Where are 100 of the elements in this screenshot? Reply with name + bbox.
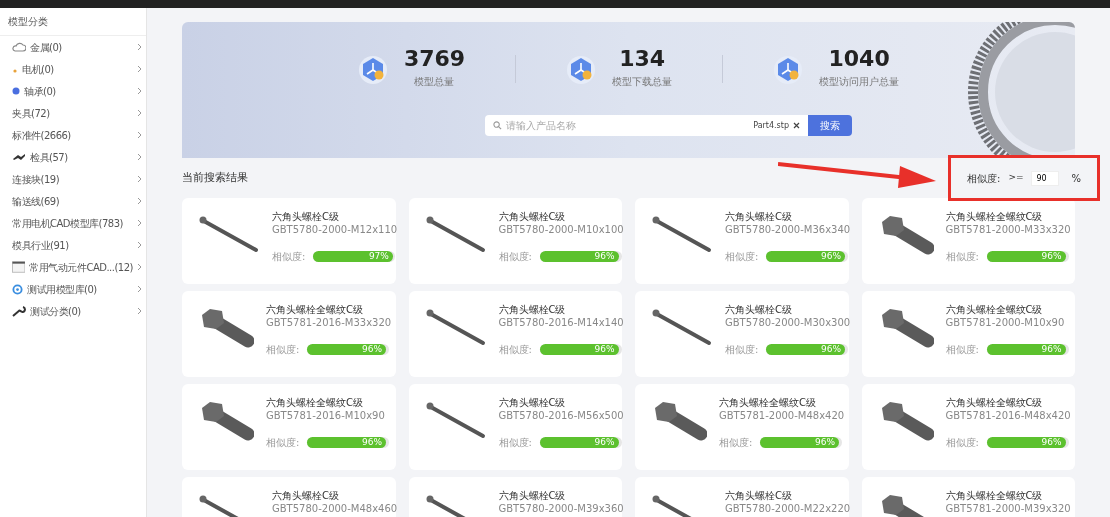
- search-field[interactable]: 请输入产品名称 Part4.stp: [485, 115, 808, 136]
- product-code: GBT5780-2016-M56x500: [498, 409, 624, 422]
- search-icon: [493, 121, 502, 130]
- product-card[interactable]: 六角头螺栓C级 GBT5780-2000-M30x300 相似度: 96%: [635, 291, 849, 377]
- product-card[interactable]: 六角头螺栓全螺纹C级 GBT5781-2000-M48x420 相似度: 96%: [635, 384, 849, 470]
- product-card[interactable]: 六角头螺栓全螺纹C级 GBT5781-2016-M48x420 相似度: 96%: [861, 384, 1075, 470]
- similarity-input[interactable]: 90: [1031, 170, 1060, 186]
- product-title: 六角头螺栓C级: [498, 396, 567, 409]
- category-item[interactable]: 连接块(19): [0, 168, 146, 190]
- close-icon[interactable]: [793, 122, 800, 129]
- filter-operator: >=: [1008, 171, 1024, 185]
- bolt-drawing: [424, 214, 487, 254]
- bolt-drawing: [198, 214, 260, 254]
- similarity-label: 相似度:: [266, 343, 300, 356]
- product-code: GBT5780-2000-M39x360: [498, 502, 624, 515]
- product-code: GBT5780-2000-M48x460: [272, 502, 398, 515]
- product-card[interactable]: 六角头螺栓全螺纹C级 GBT5781-2000-M33x320 相似度: 96%: [861, 198, 1075, 284]
- product-title: 六角头螺栓全螺纹C级: [945, 489, 1044, 502]
- similarity-fill: 97%: [313, 251, 393, 262]
- product-title: 六角头螺栓C级: [498, 489, 567, 502]
- category-item[interactable]: 检具(57): [0, 146, 146, 168]
- chevron-right-icon: [137, 65, 142, 73]
- product-title: 六角头螺栓C级: [725, 489, 793, 502]
- product-title: 六角头螺栓全螺纹C级: [945, 303, 1044, 316]
- category-item[interactable]: 金属(0): [0, 36, 146, 58]
- similarity-label: 相似度:: [725, 343, 759, 356]
- chevron-right-icon: [137, 197, 142, 205]
- category-item[interactable]: 测试分类(0): [0, 300, 146, 322]
- similarity-label: 相似度:: [498, 343, 532, 356]
- product-card[interactable]: 六角头螺栓C级 GBT5780-2000-M22x220: [635, 477, 849, 517]
- category-item[interactable]: 输送线(69): [0, 190, 146, 212]
- gear-icon: [12, 283, 23, 295]
- similarity-label: 相似度:: [266, 436, 300, 449]
- product-card[interactable]: 六角头螺栓全螺纹C级 GBT5781-2016-M10x90 相似度: 96%: [182, 384, 396, 470]
- stat-value: 3769: [403, 48, 466, 70]
- product-title: 六角头螺栓全螺纹C级: [719, 396, 817, 409]
- product-card[interactable]: 六角头螺栓C级 GBT5780-2016-M56x500 相似度: 96%: [408, 384, 622, 470]
- product-card[interactable]: 六角头螺栓C级 GBT5780-2000-M36x340 相似度: 96%: [635, 198, 849, 284]
- product-card[interactable]: 六角头螺栓C级 GBT5780-2000-M10x100 相似度: 96%: [408, 198, 622, 284]
- product-code: GBT5780-2016-M14x140: [498, 316, 624, 329]
- product-code: GBT5780-2000-M12x110: [272, 223, 398, 236]
- chevron-right-icon: [137, 263, 142, 271]
- chevron-right-icon: [137, 285, 142, 293]
- stat-label: 模型下载总量: [612, 75, 673, 89]
- product-card[interactable]: 六角头螺栓C级 GBT5780-2016-M14x140 相似度: 96%: [408, 291, 622, 377]
- similarity-label: 相似度:: [272, 250, 306, 263]
- product-card[interactable]: 六角头螺栓全螺纹C级 GBT5781-2000-M39x320: [861, 477, 1075, 517]
- product-code: GBT5781-2016-M10x90: [266, 409, 386, 422]
- cube-icon: [357, 53, 388, 84]
- stat-value: 1040: [828, 48, 890, 70]
- stat-value: 134: [619, 48, 666, 70]
- category-item[interactable]: 电机(0): [0, 58, 146, 80]
- stat-label: 模型访问用户总量: [819, 75, 900, 89]
- product-card[interactable]: 六角头螺栓C级 GBT5780-2000-M48x460: [182, 477, 396, 517]
- wrench-icon: [12, 305, 26, 317]
- category-item[interactable]: 常用气动元件CAD...(12): [0, 256, 146, 278]
- bolt-drawing: [651, 214, 713, 254]
- similarity-fill: 96%: [986, 251, 1066, 262]
- category-item[interactable]: 标准件(2666): [0, 124, 146, 146]
- similarity-label: 相似度:: [945, 343, 979, 356]
- chevron-right-icon: [137, 87, 142, 95]
- chevron-right-icon: [137, 131, 142, 139]
- similarity-fill: 96%: [986, 437, 1066, 448]
- similarity-fill: 96%: [760, 437, 840, 448]
- cloud-icon: [12, 42, 26, 52]
- product-card[interactable]: 六角头螺栓全螺纹C级 GBT5781-2000-M10x90 相似度: 96%: [861, 291, 1075, 377]
- similarity-fill: 96%: [539, 344, 619, 355]
- tool-icon: [12, 153, 26, 161]
- similarity-label: 相似度:: [498, 436, 532, 449]
- filter-label: 相似度:: [967, 171, 1001, 186]
- similarity-fill: 96%: [766, 344, 846, 355]
- category-item[interactable]: 夹具(72): [0, 102, 146, 124]
- product-card[interactable]: 六角头螺栓C级 GBT5780-2000-M12x110 相似度: 97%: [182, 198, 396, 284]
- product-title: 六角头螺栓C级: [725, 303, 793, 316]
- chevron-right-icon: [137, 153, 142, 161]
- category-item[interactable]: 测试用模型库(0): [0, 278, 146, 300]
- sidebar-title: 模型分类: [0, 8, 146, 36]
- unit-label: %: [1071, 171, 1081, 186]
- similarity-fill: 96%: [539, 251, 619, 262]
- product-code: GBT5780-2000-M36x340: [725, 223, 851, 236]
- product-card[interactable]: 六角头螺栓C级 GBT5780-2000-M39x360: [408, 477, 622, 517]
- cube-icon: [566, 53, 597, 84]
- product-code: GBT5780-2000-M30x300: [725, 316, 851, 329]
- similarity-fill: 96%: [307, 437, 387, 448]
- search-button[interactable]: 搜索: [808, 115, 852, 136]
- product-code: GBT5780-2000-M22x220: [725, 502, 851, 515]
- chevron-right-icon: [137, 241, 142, 249]
- dot-icon: [12, 87, 20, 95]
- category-item[interactable]: 常用电机CAD模型库(783): [0, 212, 146, 234]
- chevron-right-icon: [137, 109, 142, 117]
- product-code: GBT5781-2000-M10x90: [945, 316, 1066, 329]
- similarity-label: 相似度:: [945, 250, 979, 263]
- product-title: 六角头螺栓C级: [725, 210, 793, 223]
- chevron-right-icon: [137, 307, 142, 315]
- chevron-right-icon: [137, 43, 142, 51]
- search-input[interactable]: 请输入产品名称: [506, 118, 750, 133]
- product-card[interactable]: 六角头螺栓全螺纹C级 GBT5781-2016-M33x320 相似度: 96%: [182, 291, 396, 377]
- category-item[interactable]: 轴承(0): [0, 80, 146, 102]
- product-code: GBT5781-2016-M48x420: [945, 409, 1071, 422]
- category-item[interactable]: 模具行业(91): [0, 234, 146, 256]
